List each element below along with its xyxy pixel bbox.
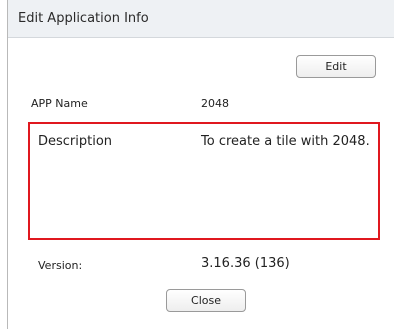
description-label: Description: [38, 134, 113, 149]
version-label: Version:: [38, 259, 83, 272]
app-name-value: 2048: [201, 97, 229, 110]
app-name-label: APP Name: [31, 97, 88, 110]
dialog-title: Edit Application Info: [18, 11, 149, 26]
version-value: 3.16.36 (136): [201, 256, 290, 271]
close-button[interactable]: Close: [166, 289, 246, 312]
dialog-titlebar: Edit Application Info: [8, 0, 394, 38]
edit-button[interactable]: Edit: [296, 55, 376, 78]
description-value: To create a tile with 2048.: [201, 134, 370, 149]
edit-app-info-dialog: Edit Application Info Edit APP Name 2048…: [7, 0, 394, 329]
